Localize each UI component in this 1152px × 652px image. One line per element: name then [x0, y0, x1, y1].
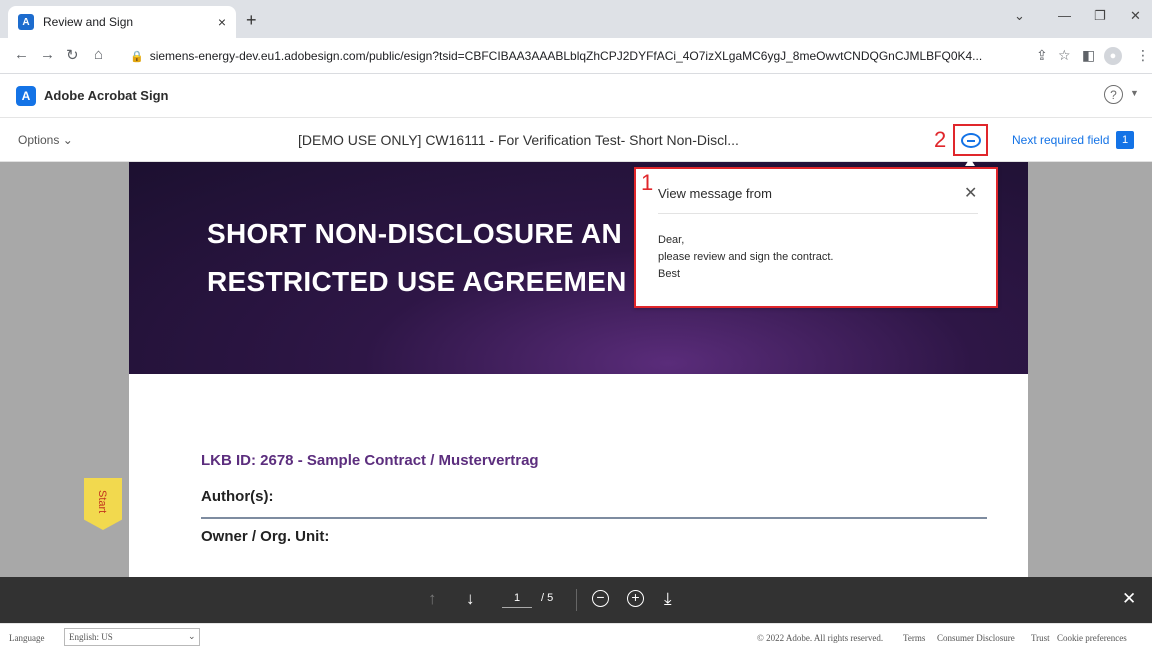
message-line: Best: [658, 268, 681, 280]
document-title: [DEMO USE ONLY] CW16111 - For Verificati…: [298, 132, 739, 148]
banner-title-line-1: SHORT NON-DISCLOSURE AN: [207, 218, 622, 249]
url-text[interactable]: siemens-energy-dev.eu1.adobesign.com/pub…: [150, 49, 982, 63]
profile-avatar-icon[interactable]: ●: [1104, 47, 1122, 65]
copyright-text: © 2022 Adobe. All rights reserved.: [757, 633, 884, 643]
restore-icon[interactable]: ❐: [1094, 8, 1106, 24]
annotation-label-2: 2: [934, 127, 947, 152]
terms-link[interactable]: Terms: [903, 633, 925, 643]
bookmark-star-icon[interactable]: ☆: [1058, 47, 1071, 64]
message-line: Dear,: [658, 234, 685, 246]
help-caret-icon[interactable]: ▼: [1130, 88, 1139, 98]
language-select[interactable]: English: US: [64, 628, 200, 646]
minimize-icon[interactable]: —: [1058, 8, 1071, 23]
message-button[interactable]: [953, 124, 988, 156]
next-required-count-badge[interactable]: 1: [1116, 131, 1134, 149]
reload-icon[interactable]: ↻: [66, 46, 79, 64]
lock-icon[interactable]: 🔒: [130, 50, 144, 63]
popup-message-body: Dear, please review and sign the contrac…: [658, 232, 834, 283]
banner-title-line-2: RESTRICTED USE AGREEMEN: [207, 266, 627, 297]
lkb-id-heading: LKB ID: 2678 - Sample Contract / Musterv…: [201, 452, 539, 469]
tab-title: Review and Sign: [43, 15, 134, 29]
window-close-icon[interactable]: ✕: [1130, 8, 1141, 24]
share-icon[interactable]: ⇪: [1036, 47, 1048, 64]
popup-caret: [965, 158, 975, 166]
total-pages: / 5: [541, 592, 554, 604]
options-menu[interactable]: Options ⌄: [18, 133, 73, 147]
start-label[interactable]: Start: [96, 490, 108, 513]
divider-line: [201, 517, 987, 519]
message-popup: View message from ✕ Dear, please review …: [634, 167, 998, 308]
cookie-preferences-link[interactable]: Cookie preferences: [1057, 633, 1127, 643]
forward-icon[interactable]: →: [40, 46, 55, 63]
language-label: Language: [9, 633, 45, 643]
owner-label: Owner / Org. Unit:: [201, 528, 330, 545]
zoom-in-icon[interactable]: +: [627, 590, 644, 607]
popup-close-icon[interactable]: ✕: [964, 183, 977, 203]
browser-tab-strip: A Review and Sign × + ⌄ — ❐ ✕: [0, 0, 1152, 38]
next-required-field-button[interactable]: Next required field: [1012, 133, 1109, 147]
message-bubble-icon: [960, 132, 981, 148]
app-header: A Adobe Acrobat Sign ? ▼: [0, 74, 1152, 118]
close-nav-icon[interactable]: ✕: [1122, 589, 1136, 609]
tab-search-icon[interactable]: ⌄: [1014, 8, 1025, 24]
app-name: Adobe Acrobat Sign: [44, 88, 169, 103]
browser-tab[interactable]: A Review and Sign ×: [8, 6, 236, 38]
page-footer: Language English: US ⌄ © 2022 Adobe. All…: [0, 623, 1152, 652]
back-icon[interactable]: ←: [14, 46, 29, 63]
home-icon[interactable]: ⌂: [94, 46, 103, 63]
acrobat-logo-icon: A: [16, 86, 36, 106]
side-panel-icon[interactable]: ◧: [1082, 47, 1095, 64]
popup-title: View message from: [658, 186, 772, 201]
zoom-out-icon[interactable]: −: [592, 590, 609, 607]
options-label: Options: [18, 133, 60, 147]
popup-divider: [658, 213, 978, 214]
page-navigation-bar: ↑ ↓ 1 / 5 − + ⤓ ✕: [0, 577, 1152, 623]
next-page-icon[interactable]: ↓: [466, 589, 475, 609]
help-icon[interactable]: ?: [1104, 85, 1123, 104]
tab-close-icon[interactable]: ×: [218, 14, 226, 30]
browser-menu-icon[interactable]: ⋮: [1136, 47, 1150, 64]
current-page-input[interactable]: 1: [502, 592, 532, 608]
address-bar-row: ← → ↻ ⌂ 🔒 siemens-energy-dev.eu1.adobesi…: [0, 38, 1152, 74]
new-tab-button[interactable]: +: [246, 10, 257, 31]
trust-link[interactable]: Trust: [1031, 633, 1050, 643]
message-line: please review and sign the contract.: [658, 251, 834, 263]
omnibox[interactable]: 🔒 siemens-energy-dev.eu1.adobesign.com/p…: [130, 43, 1030, 69]
chevron-down-icon: ⌄: [62, 133, 73, 147]
author-label: Author(s):: [201, 488, 274, 505]
previous-page-icon[interactable]: ↑: [428, 589, 437, 609]
acrobat-favicon-icon: A: [18, 14, 34, 30]
download-icon[interactable]: ⤓: [664, 589, 672, 609]
consumer-disclosure-link[interactable]: Consumer Disclosure: [937, 633, 1015, 643]
annotation-label-1: 1: [641, 170, 654, 195]
nav-divider: [576, 589, 577, 611]
chevron-down-icon[interactable]: ⌄: [188, 631, 196, 642]
